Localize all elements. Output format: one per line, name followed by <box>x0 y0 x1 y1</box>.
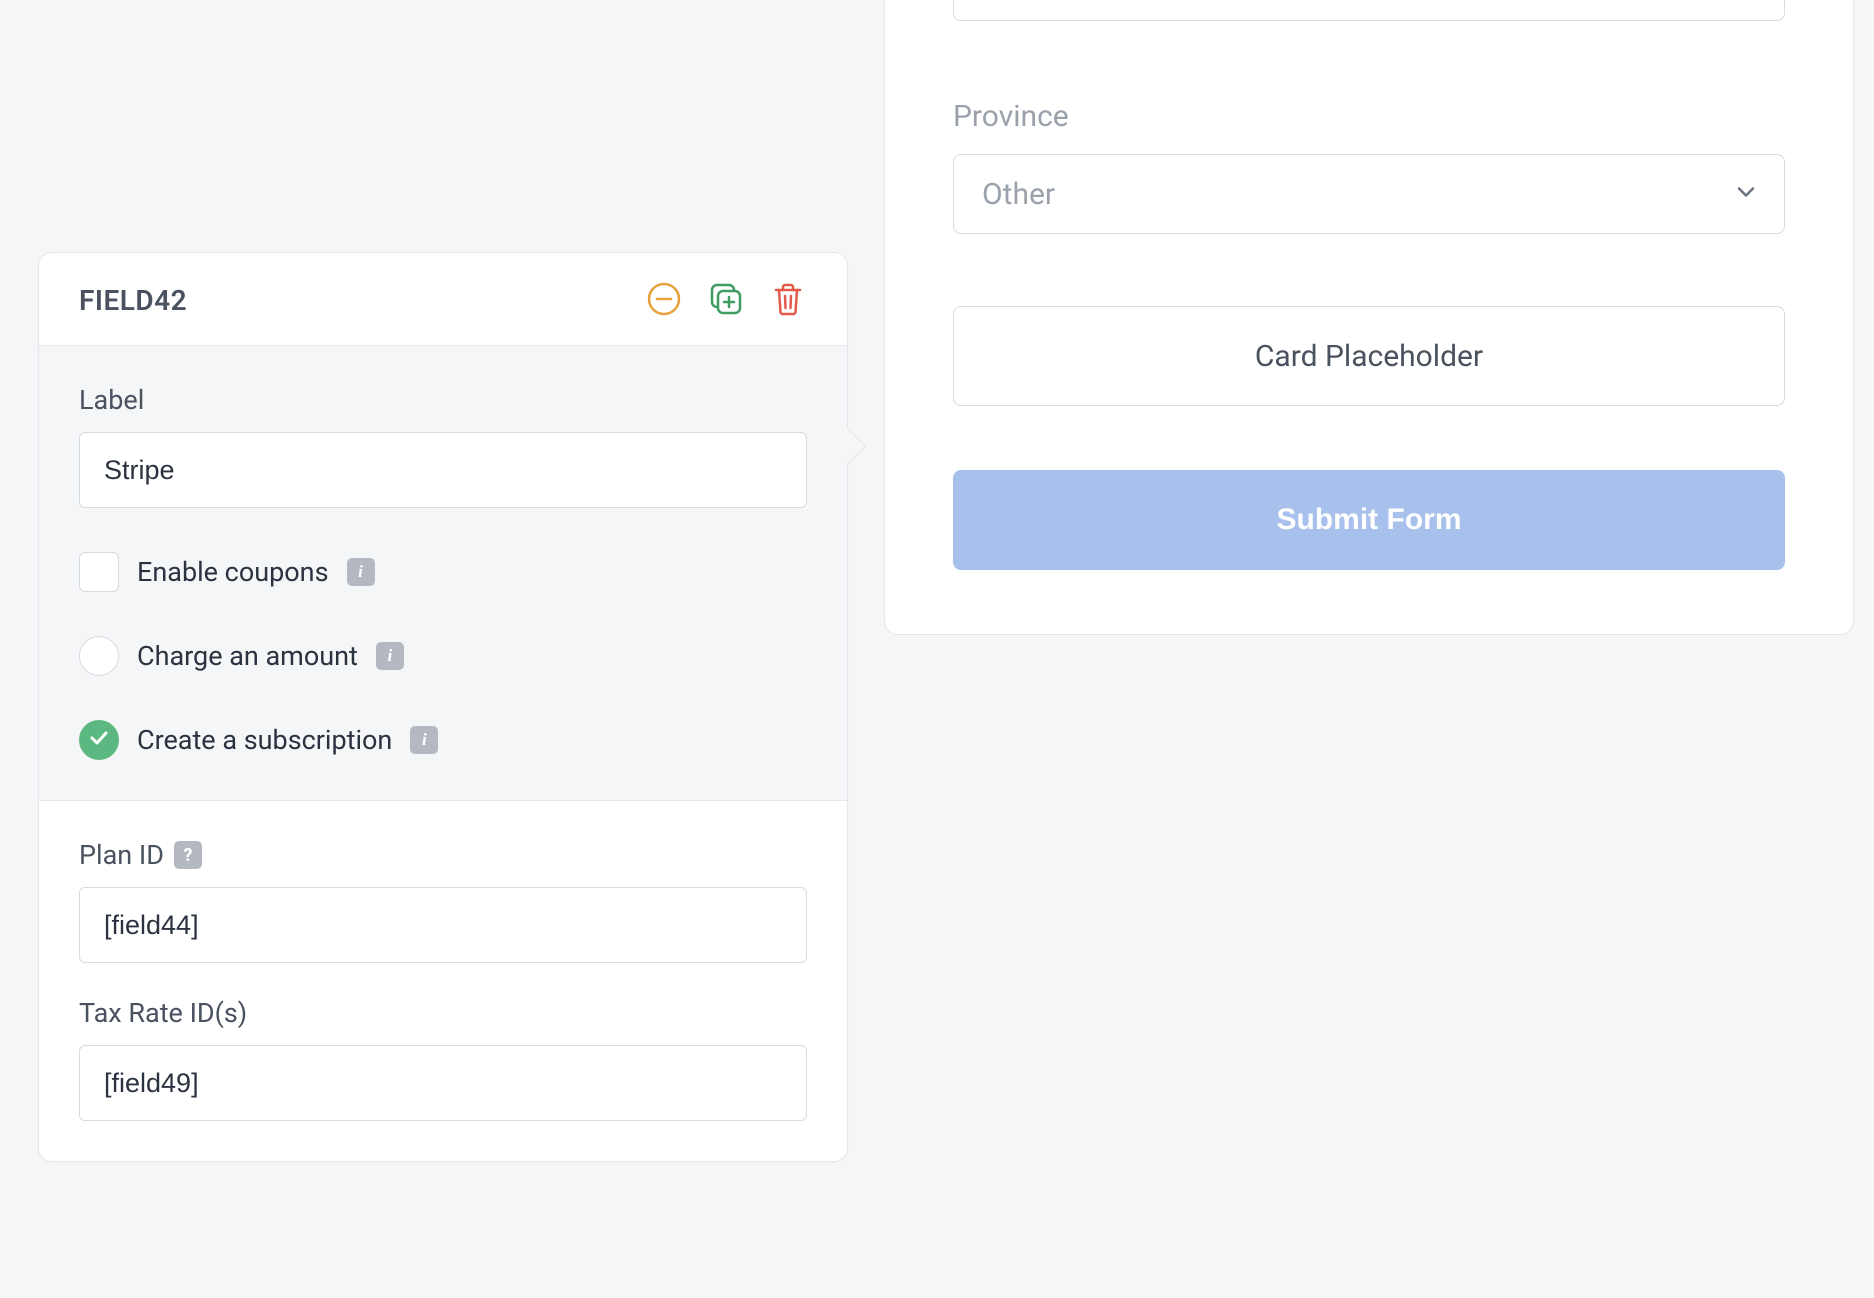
card-placeholder[interactable]: Card Placeholder <box>953 306 1785 406</box>
card-placeholder-text: Card Placeholder <box>1255 339 1483 374</box>
charge-amount-row[interactable]: Charge an amount i <box>79 636 807 676</box>
label-field-label: Label <box>79 384 807 416</box>
help-icon[interactable]: ? <box>174 841 202 869</box>
info-icon[interactable]: i <box>410 726 438 754</box>
subscription-select[interactable]: Super Premium Candy Subscription <box>953 0 1785 21</box>
collapse-button[interactable] <box>645 281 683 319</box>
province-label: Province <box>953 99 1785 134</box>
create-subscription-radio[interactable] <box>79 720 119 760</box>
copy-plus-icon <box>708 281 744 320</box>
submit-button[interactable]: Submit Form <box>953 470 1785 570</box>
tax-rate-label: Tax Rate ID(s) <box>79 997 807 1029</box>
plan-id-input[interactable] <box>79 887 807 963</box>
field-main-section: Label Enable coupons i Charge an amount … <box>39 346 847 800</box>
enable-coupons-row[interactable]: Enable coupons i <box>79 552 807 592</box>
field-editor-header: FIELD42 <box>39 253 847 346</box>
tax-rate-input[interactable] <box>79 1045 807 1121</box>
enable-coupons-checkbox[interactable] <box>79 552 119 592</box>
charge-amount-radio[interactable] <box>79 636 119 676</box>
province-select-value: Other <box>982 177 1055 212</box>
field-header-actions <box>645 281 807 319</box>
form-preview-panel: Super Premium Candy Subscription Provinc… <box>884 0 1854 635</box>
province-select[interactable]: Other <box>953 154 1785 234</box>
plan-id-label-text: Plan ID <box>79 839 164 871</box>
delete-button[interactable] <box>769 281 807 319</box>
minus-circle-icon <box>647 282 681 319</box>
trash-icon <box>772 282 804 319</box>
charge-amount-label: Charge an amount <box>137 640 358 672</box>
check-icon <box>88 727 110 753</box>
plan-id-label: Plan ID ? <box>79 839 807 871</box>
enable-coupons-label: Enable coupons <box>137 556 329 588</box>
label-input[interactable] <box>79 432 807 508</box>
duplicate-button[interactable] <box>707 281 745 319</box>
info-icon[interactable]: i <box>347 558 375 586</box>
create-subscription-label: Create a subscription <box>137 724 392 756</box>
create-subscription-row[interactable]: Create a subscription i <box>79 720 807 760</box>
info-icon[interactable]: i <box>376 642 404 670</box>
chevron-down-icon <box>1734 177 1758 212</box>
field-subscription-section: Plan ID ? Tax Rate ID(s) <box>39 800 847 1161</box>
field-editor-panel: FIELD42 <box>38 252 848 1162</box>
field-id-title: FIELD42 <box>79 284 187 317</box>
